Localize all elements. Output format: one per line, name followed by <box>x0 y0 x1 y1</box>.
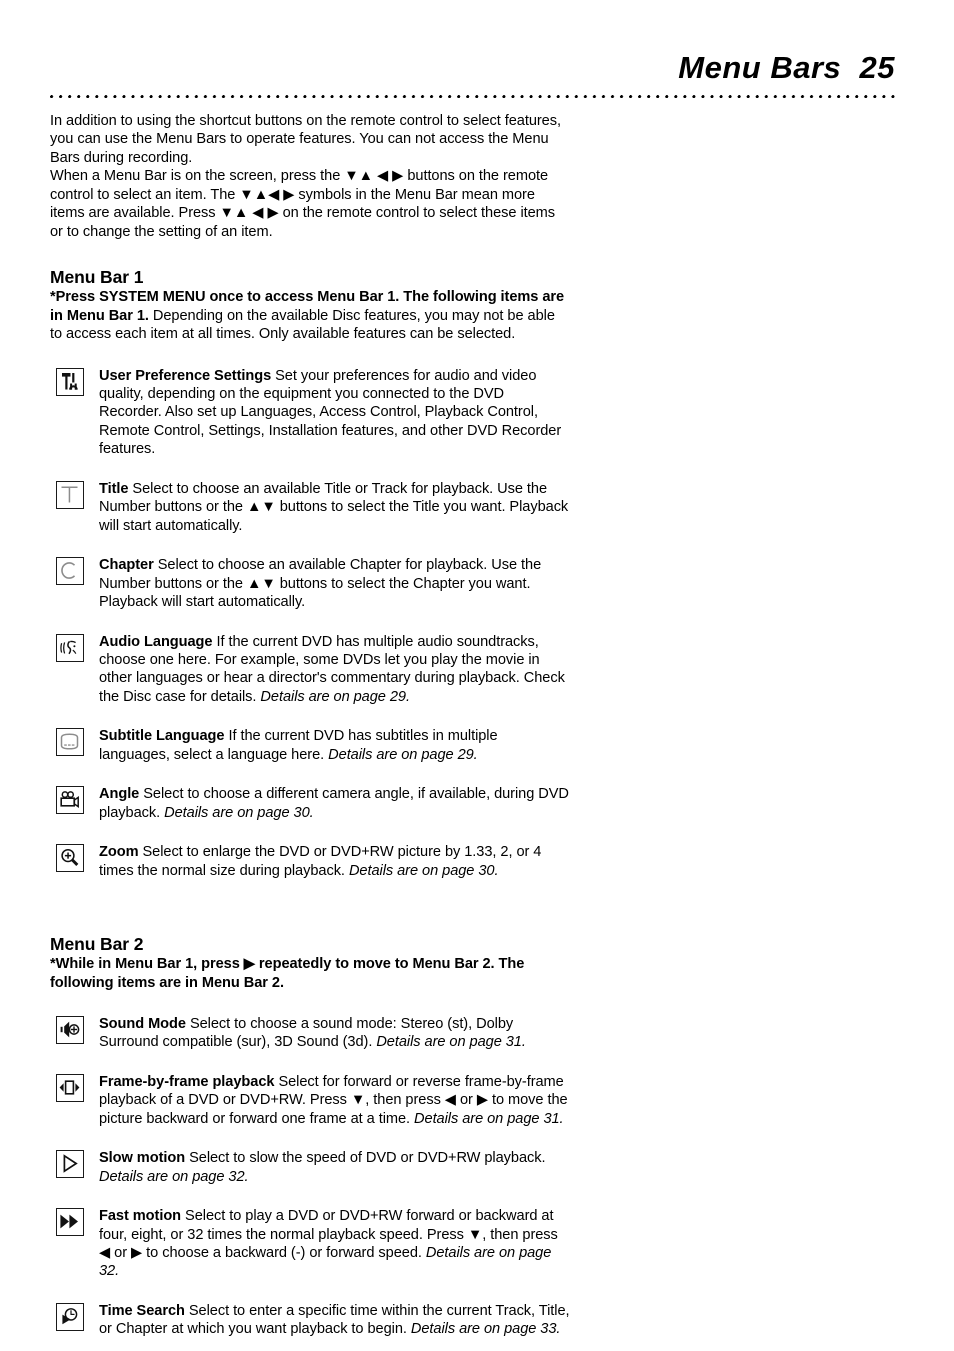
menu-bar-2-lead-bold: *While in Menu Bar 1, press ▶ repeatedly… <box>50 956 525 991</box>
header-dotted-rule <box>50 95 896 99</box>
list-item-text: Chapter Select to choose an available Ch… <box>99 556 570 611</box>
list-item-text: Time Search Select to enter a specific t… <box>99 1302 570 1339</box>
list-item: Fast motion Select to play a DVD or DVD+… <box>50 1207 570 1281</box>
list-item-term: Subtitle Language <box>99 728 225 745</box>
document-page: Menu Bars 25 In addition to using the sh… <box>0 0 954 1351</box>
camera-angle-icon <box>56 786 84 815</box>
time-search-clock-icon <box>56 1302 84 1331</box>
list-item-term: Slow motion <box>99 1150 186 1167</box>
list-item: Title Select to choose an available Titl… <box>50 480 570 535</box>
fast-motion-icon <box>56 1208 84 1237</box>
list-item: Time Search Select to enter a specific t… <box>50 1302 570 1339</box>
list-item: Slow motion Select to slow the speed of … <box>50 1149 570 1186</box>
title-t-icon <box>56 480 84 509</box>
menu-bar-2-heading: Menu Bar 2 <box>50 934 144 955</box>
list-item-term: Time Search <box>99 1302 185 1319</box>
menu-bar-1-heading: Menu Bar 1 <box>50 267 144 288</box>
frame-by-frame-icon <box>56 1073 84 1102</box>
list-item: Chapter Select to choose an available Ch… <box>50 556 570 611</box>
list-item-description: Select to choose an available Chapter fo… <box>99 557 542 611</box>
list-item: Frame-by-frame playback Select for forwa… <box>50 1073 570 1128</box>
intro-paragraph-2: When a Menu Bar is on the screen, press … <box>50 168 556 240</box>
list-item: Zoom Select to enlarge the DVD or DVD+RW… <box>50 843 570 880</box>
list-item-text: Frame-by-frame playback Select for forwa… <box>99 1073 570 1128</box>
slow-motion-play-icon <box>56 1150 84 1179</box>
list-item-text: Audio Language If the current DVD has mu… <box>99 633 570 707</box>
list-item-description: Select to choose an available Title or T… <box>99 480 569 534</box>
list-item: Sound Mode Select to choose a sound mode… <box>50 1015 570 1052</box>
list-item-details: Details are on page 29. <box>328 746 478 763</box>
list-item-details: Details are on page 33. <box>410 1321 561 1338</box>
audio-language-icon <box>56 633 84 662</box>
page-title: Menu Bars 25 <box>678 50 895 85</box>
list-item-details: Details are on page 31. <box>376 1034 526 1051</box>
list-item-text: Fast motion Select to play a DVD or DVD+… <box>99 1207 570 1281</box>
list-item-details: Details are on page 30. <box>164 804 314 821</box>
list-item-details: Details are on page 32. <box>99 1168 249 1185</box>
list-item: Angle Select to choose a different camer… <box>50 785 570 822</box>
list-item-term: Frame-by-frame playback <box>99 1073 275 1090</box>
list-item-text: Slow motion Select to slow the speed of … <box>99 1149 570 1186</box>
subtitle-screen-icon <box>56 728 84 757</box>
list-item: User Preference Settings Set your prefer… <box>50 367 570 459</box>
list-item-text: User Preference Settings Set your prefer… <box>99 367 570 459</box>
list-item-details: Details are on page 30. <box>348 862 499 879</box>
list-item-term: Angle <box>99 786 140 803</box>
menu-bar-2-lead: *While in Menu Bar 1, press ▶ repeatedly… <box>50 955 570 992</box>
zoom-magnifier-icon <box>56 844 84 873</box>
list-item-term: Chapter <box>99 557 154 574</box>
speaker-sound-icon <box>56 1015 84 1044</box>
list-item-text: Angle Select to choose a different camer… <box>99 785 570 822</box>
list-item-details: Details are on page 31. <box>414 1110 564 1127</box>
list-item-description: Select to slow the speed of DVD or DVD+R… <box>185 1150 546 1167</box>
list-item-term: Audio Language <box>99 633 213 650</box>
list-item: Subtitle Language If the current DVD has… <box>50 727 570 764</box>
list-item-term: Sound Mode <box>99 1015 186 1032</box>
list-item-text: Sound Mode Select to choose a sound mode… <box>99 1015 570 1052</box>
list-item-text: Subtitle Language If the current DVD has… <box>99 727 570 764</box>
tools-icon <box>56 367 84 396</box>
list-item-term: Fast motion <box>99 1208 182 1225</box>
list-item-term: Zoom <box>99 844 139 861</box>
list-item: Audio Language If the current DVD has mu… <box>50 633 570 707</box>
list-item-term: User Preference Settings <box>99 367 272 384</box>
content-column: In addition to using the shortcut button… <box>50 112 570 1339</box>
chapter-c-icon <box>56 557 84 586</box>
list-item-text: Title Select to choose an available Titl… <box>99 480 570 535</box>
list-item-details: Details are on page 29. <box>260 688 410 705</box>
intro-paragraph-1: In addition to using the shortcut button… <box>50 113 561 166</box>
list-item-term: Title <box>99 480 129 497</box>
intro-block: In addition to using the shortcut button… <box>50 112 570 241</box>
menu-bar-1-lead: *Press SYSTEM MENU once to access Menu B… <box>50 288 570 343</box>
list-item-text: Zoom Select to enlarge the DVD or DVD+RW… <box>99 843 570 880</box>
page-header: Menu Bars 25 <box>50 52 895 83</box>
